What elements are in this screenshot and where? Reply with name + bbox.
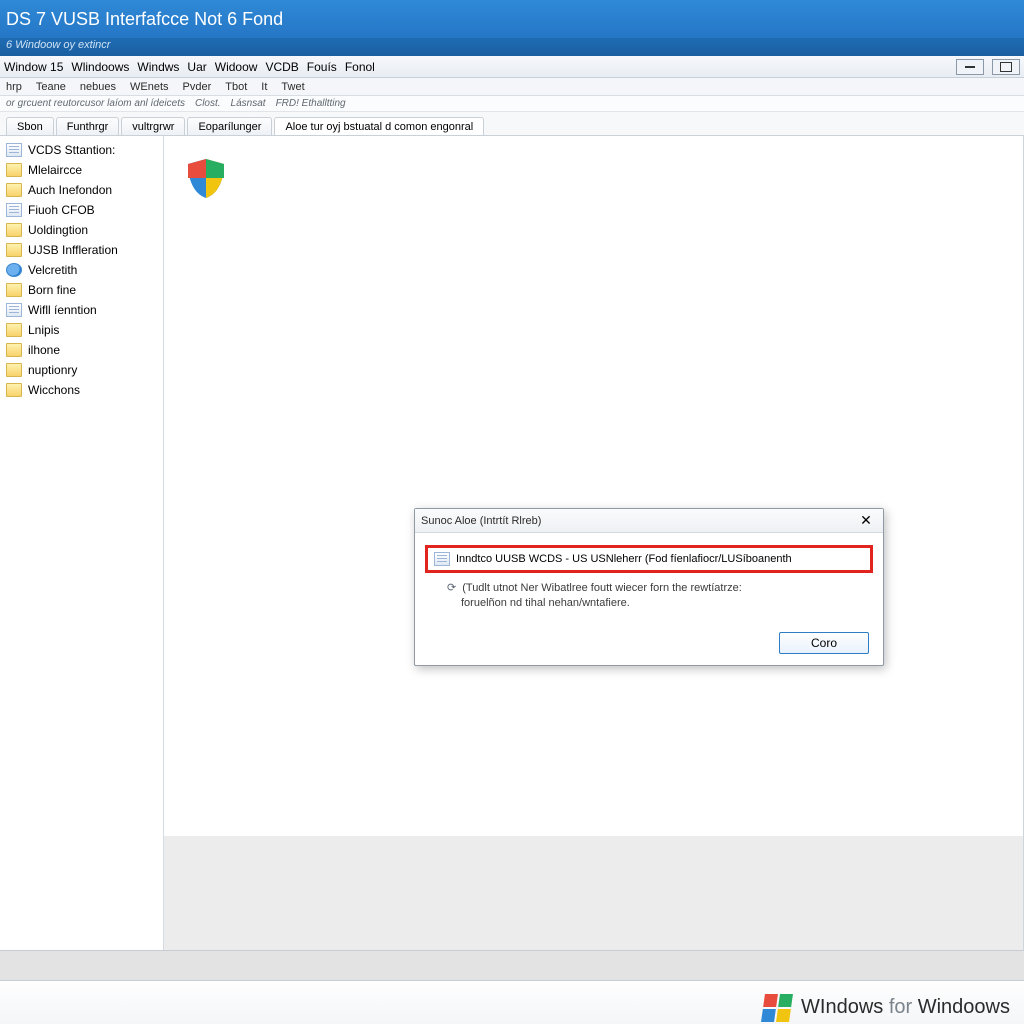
menu-item[interactable]: It bbox=[261, 81, 267, 93]
menu-item[interactable]: Fonol bbox=[345, 60, 375, 74]
tree-item-label: Fiuoh CFOB bbox=[28, 203, 95, 217]
taskbar-text: WIndows for Windoows bbox=[801, 996, 1010, 1019]
tree-item-label: Auch Inefondon bbox=[28, 183, 112, 197]
tree-item-label: nuptionry bbox=[28, 363, 77, 377]
menu-item[interactable]: Windws bbox=[137, 60, 179, 74]
tab[interactable]: Eoparílunger bbox=[187, 117, 272, 135]
taskbar-word: for bbox=[889, 996, 912, 1018]
menu-item[interactable]: Fouís bbox=[307, 60, 337, 74]
menu-item[interactable]: Teane bbox=[36, 81, 66, 93]
tree-item[interactable]: Fiuoh CFOB bbox=[2, 200, 161, 220]
usb-icon bbox=[6, 263, 22, 277]
info-row: or grcuent reutorcusor laíom anl ídeicet… bbox=[0, 96, 1024, 112]
dialog-title: Sunoc Aloe (Intrtít Rlreb) bbox=[421, 515, 855, 527]
tree-item-label: ilhone bbox=[28, 343, 60, 357]
info-text: FRD! Ethalltting bbox=[276, 98, 346, 109]
tab[interactable]: Sbon bbox=[6, 117, 54, 135]
folder-icon bbox=[6, 363, 22, 377]
taskbar: WIndows for Windoows bbox=[0, 980, 1024, 1024]
folder-icon bbox=[6, 383, 22, 397]
tree-item[interactable]: VCDS Sttantion: bbox=[2, 140, 161, 160]
tab[interactable]: Funthrgr bbox=[56, 117, 120, 135]
menu-item[interactable]: Widoow bbox=[215, 60, 258, 74]
menu-item[interactable]: Wlindoows bbox=[71, 60, 129, 74]
tree-item-label: Wicchons bbox=[28, 383, 80, 397]
sidebar-tree: VCDS Sttantion: Mlelaircce Auch Inefondo… bbox=[0, 136, 164, 950]
menu-item[interactable]: nebues bbox=[80, 81, 116, 93]
dialog-desc-line: foruelñon nd tihal nehan/wntafiere. bbox=[461, 597, 630, 609]
tab[interactable]: Aloe tur oyj bstuatal d comon engonral bbox=[274, 117, 484, 135]
maximize-button[interactable] bbox=[992, 59, 1020, 75]
status-strip bbox=[0, 950, 1024, 980]
tree-item[interactable]: Auch Inefondon bbox=[2, 180, 161, 200]
tree-item-label: VCDS Sttantion: bbox=[28, 143, 115, 157]
tree-item-label: Wifll íenntion bbox=[28, 303, 97, 317]
folder-icon bbox=[6, 243, 22, 257]
tree-item[interactable]: Wicchons bbox=[2, 380, 161, 400]
windows-logo-icon bbox=[761, 994, 793, 1022]
tree-item[interactable]: Born fine bbox=[2, 280, 161, 300]
device-icon bbox=[434, 552, 450, 566]
window-titlebar: DS 7 VUSB Interfafcce Not 6 Fond bbox=[0, 0, 1024, 38]
tree-item[interactable]: Uoldingtion bbox=[2, 220, 161, 240]
dialog-desc-line: (Tudlt utnot Ner Wibatlree foutt wiecer … bbox=[462, 581, 742, 596]
tree-item-label: Lnipis bbox=[28, 323, 59, 337]
tree-item-label: UJSB Inffleration bbox=[28, 243, 118, 257]
menu-item[interactable]: VCDB bbox=[265, 60, 298, 74]
tree-item[interactable]: Velcretith bbox=[2, 260, 161, 280]
menu-bar-2: hrp Teane nebues WEnets Pvder Tbot It Tw… bbox=[0, 78, 1024, 96]
tree-item-label: Uoldingtion bbox=[28, 223, 88, 237]
tree-item[interactable]: nuptionry bbox=[2, 360, 161, 380]
menu-item[interactable]: hrp bbox=[6, 81, 22, 93]
window-title: DS 7 VUSB Interfafcce Not 6 Fond bbox=[6, 9, 283, 30]
menu-item[interactable]: Tbot bbox=[225, 81, 247, 93]
tree-item-label: Born fine bbox=[28, 283, 76, 297]
tree-item[interactable]: ilhone bbox=[2, 340, 161, 360]
close-button[interactable]: ✕ bbox=[855, 512, 877, 530]
content-pane: Sunoc Aloe (Intrtít Rlreb) ✕ Inndtco UUS… bbox=[164, 136, 1024, 950]
windows-shield-icon bbox=[184, 156, 228, 200]
highlighted-device-row[interactable]: Inndtco UUSB WCDS - US USNleherr (Fod fí… bbox=[425, 545, 873, 573]
tree-item[interactable]: UJSB Inffleration bbox=[2, 240, 161, 260]
tree-item-label: Mlelaircce bbox=[28, 163, 82, 177]
info-text: or grcuent reutorcusor laíom anl ídeicet… bbox=[6, 98, 185, 109]
tab-bar: Sbon Funthrgr vultrgrwr Eoparílunger Alo… bbox=[0, 112, 1024, 136]
menu-item[interactable]: Twet bbox=[281, 81, 304, 93]
dialog-ok-button[interactable]: Coro bbox=[779, 632, 869, 654]
highlighted-device-label: Inndtco UUSB WCDS - US USNleherr (Fod fí… bbox=[456, 553, 792, 565]
info-text: Clost. bbox=[195, 98, 221, 109]
tree-item[interactable]: Mlelaircce bbox=[2, 160, 161, 180]
info-text: Lásnsat bbox=[231, 98, 266, 109]
menu-item[interactable]: Pvder bbox=[183, 81, 212, 93]
folder-icon bbox=[6, 343, 22, 357]
tree-item[interactable]: Wifll íenntion bbox=[2, 300, 161, 320]
dialog-titlebar: Sunoc Aloe (Intrtít Rlreb) ✕ bbox=[415, 509, 883, 533]
taskbar-word: Windoows bbox=[918, 996, 1010, 1018]
window-subtitle: 6 Windoow oy extincr bbox=[0, 38, 1024, 56]
menu-bar-1: Window 15 Wlindoows Windws Uar Widoow VC… bbox=[0, 56, 1024, 78]
menu-item[interactable]: Window 15 bbox=[4, 60, 63, 74]
minimize-button[interactable] bbox=[956, 59, 984, 75]
dialog: Sunoc Aloe (Intrtít Rlreb) ✕ Inndtco UUS… bbox=[414, 508, 884, 666]
folder-icon bbox=[6, 323, 22, 337]
folder-icon bbox=[6, 183, 22, 197]
document-icon bbox=[6, 203, 22, 217]
document-icon bbox=[6, 143, 22, 157]
tree-item-label: Velcretith bbox=[28, 263, 77, 277]
tab[interactable]: vultrgrwr bbox=[121, 117, 185, 135]
dialog-description: (Tudlt utnot Ner Wibatlree foutt wiecer … bbox=[427, 579, 871, 611]
tree-item[interactable]: Lnipis bbox=[2, 320, 161, 340]
menu-item[interactable]: Uar bbox=[187, 60, 206, 74]
taskbar-word: WIndows bbox=[801, 996, 883, 1018]
folder-icon bbox=[6, 223, 22, 237]
folder-icon bbox=[6, 163, 22, 177]
folder-icon bbox=[6, 283, 22, 297]
menu-item[interactable]: WEnets bbox=[130, 81, 169, 93]
document-icon bbox=[6, 303, 22, 317]
